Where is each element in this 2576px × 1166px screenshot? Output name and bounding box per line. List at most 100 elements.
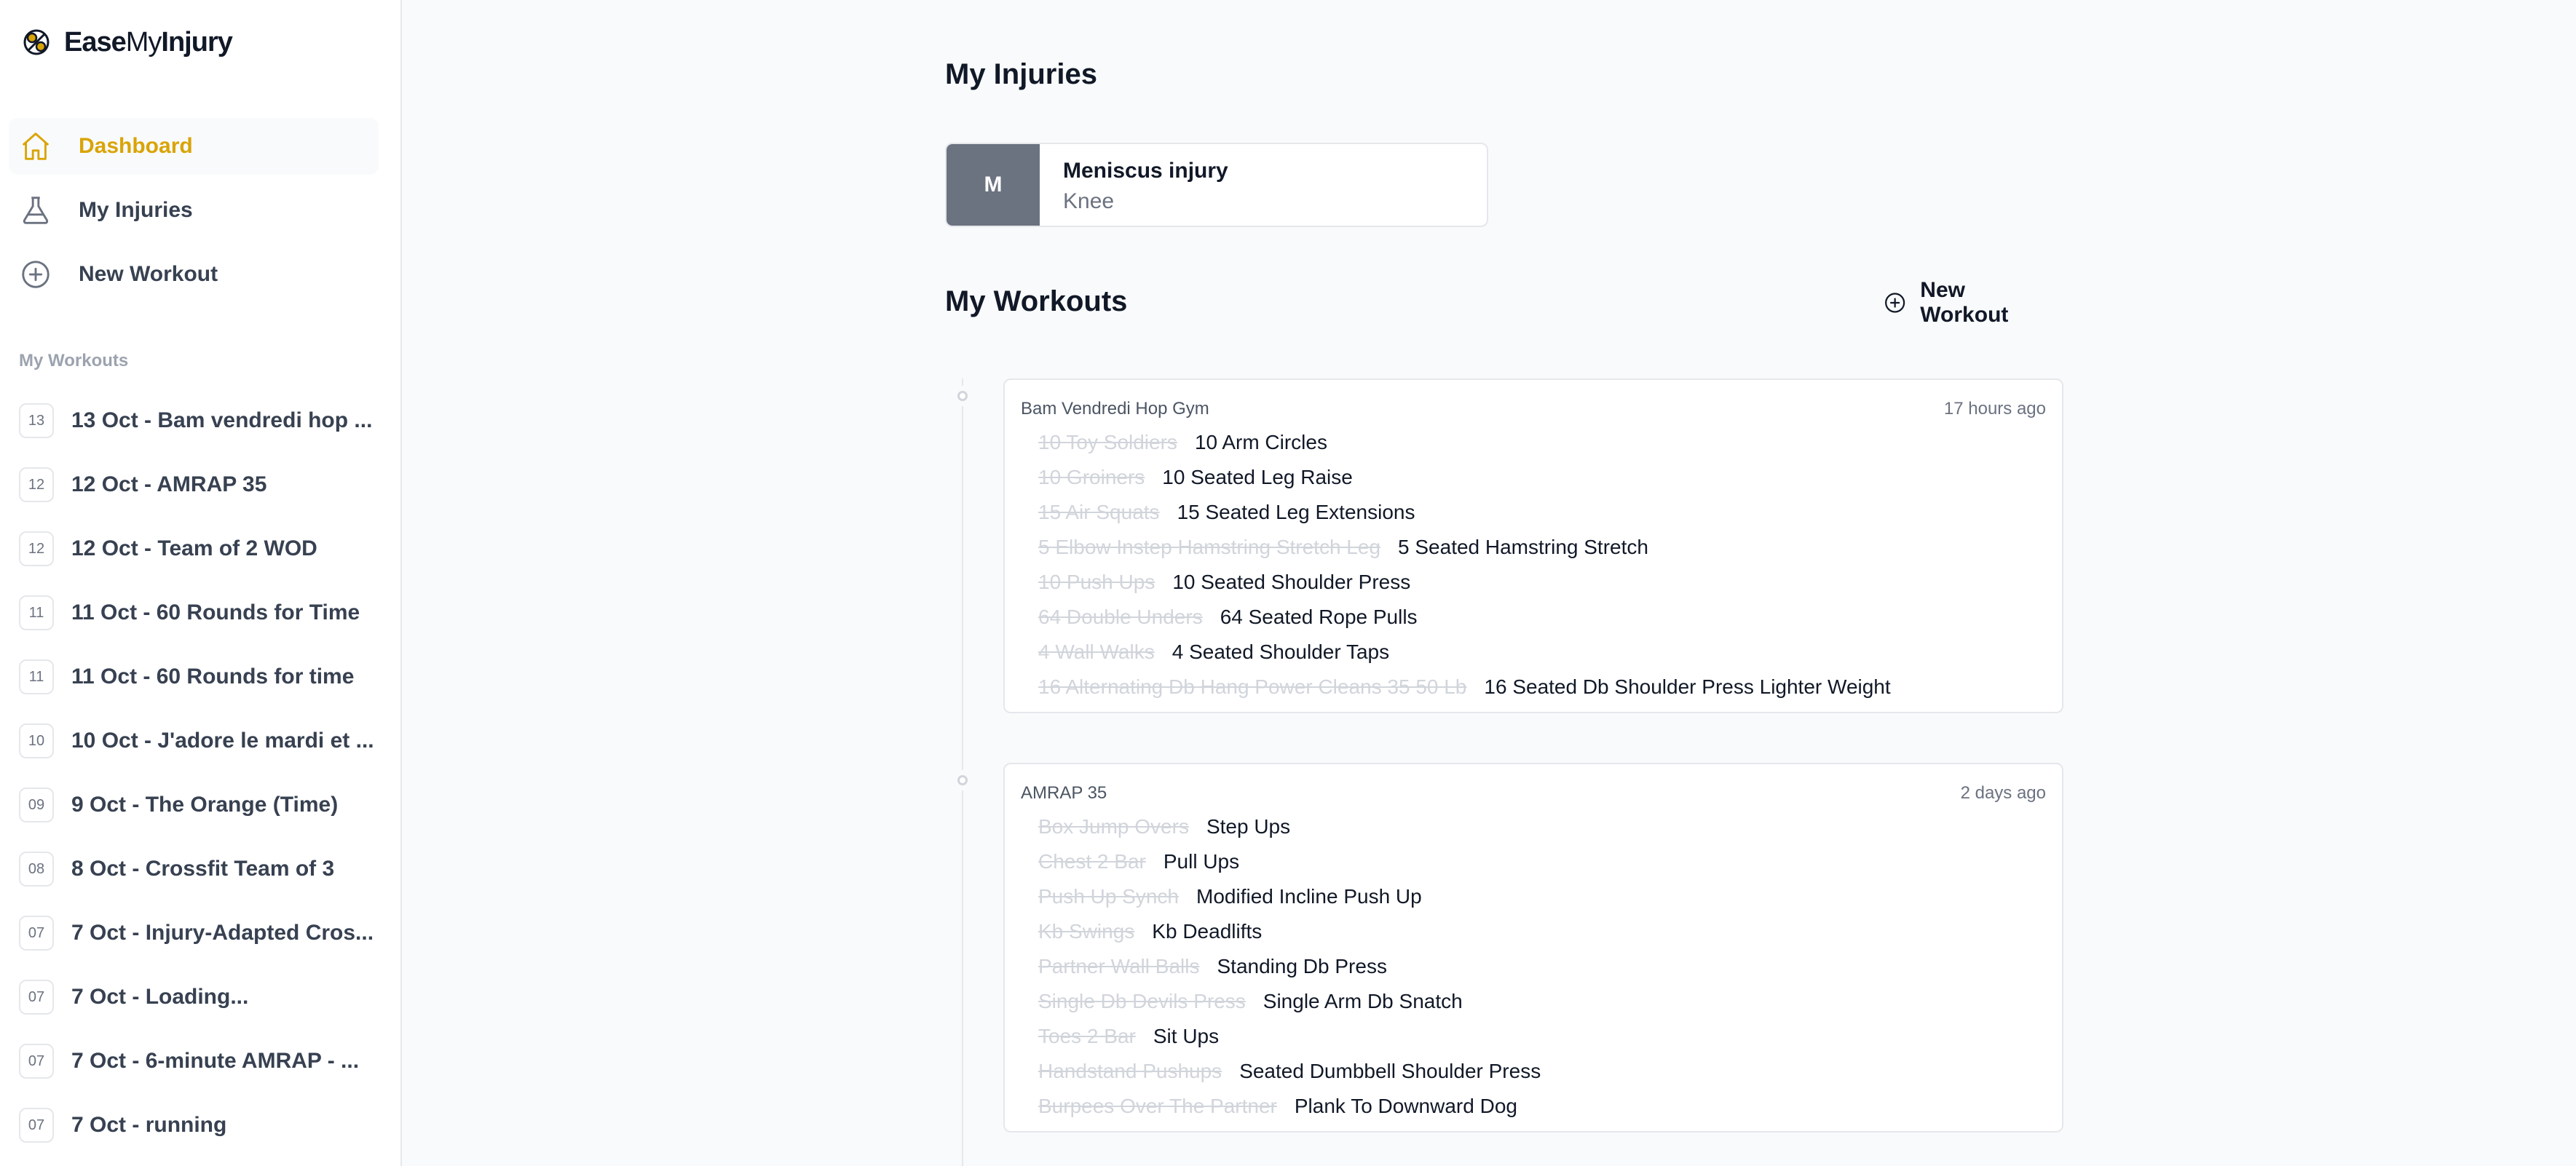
workout-title: 9 Oct - The Orange (Time) bbox=[71, 793, 339, 817]
sidebar-workout-item[interactable]: 07 7 Oct - Loading... bbox=[19, 965, 383, 1029]
exercise-row: Box Jump Overs Step Ups bbox=[1021, 809, 2046, 844]
plus-circle-icon bbox=[22, 261, 50, 288]
logo-icon bbox=[23, 29, 50, 55]
sidebar-workout-item[interactable]: 13 13 Oct - Bam vendredi hop ... bbox=[19, 389, 383, 453]
workout-card-header: Bam Vendredi Hop Gym 17 hours ago bbox=[1021, 399, 2046, 419]
sidebar-workout-item[interactable]: 12 12 Oct - AMRAP 35 bbox=[19, 453, 383, 517]
nav-label-dashboard: Dashboard bbox=[79, 134, 193, 158]
workout-title: 8 Oct - Crossfit Team of 3 bbox=[71, 857, 335, 881]
exercise-row: 5 Elbow Instep Hamstring Stretch Leg 5 Se… bbox=[1021, 530, 2046, 565]
home-icon bbox=[22, 132, 50, 160]
workout-title: 11 Oct - 60 Rounds for time bbox=[71, 665, 355, 689]
workout-title: 13 Oct - Bam vendredi hop ... bbox=[71, 408, 373, 432]
original-exercise: Burpees Over The Partner bbox=[1038, 1095, 1277, 1117]
exercise-row: Handstand Pushups Seated Dumbbell Shoulde… bbox=[1021, 1054, 2046, 1089]
sidebar-workout-item[interactable]: 10 10 Oct - J'adore le mardi et ... bbox=[19, 709, 383, 773]
adapted-exercise: Standing Db Press bbox=[1217, 955, 1387, 977]
sidebar-workout-list: 13 13 Oct - Bam vendredi hop ... 12 12 Oct… bbox=[19, 389, 383, 1157]
exercise-row: Single Db Devils Press Single Arm Db Snat… bbox=[1021, 984, 2046, 1019]
workout-date-badge: 07 bbox=[19, 1108, 54, 1143]
nav-item-dashboard[interactable]: Dashboard bbox=[9, 118, 379, 175]
original-exercise: 5 Elbow Instep Hamstring Stretch Leg bbox=[1038, 536, 1381, 558]
exercise-row: Push Up Synch Modified Incline Push Up bbox=[1021, 879, 2046, 914]
logo[interactable]: EaseMyInjury bbox=[22, 26, 233, 58]
workout-title: 12 Oct - AMRAP 35 bbox=[71, 472, 267, 496]
sidebar-workout-item[interactable]: 11 11 Oct - 60 Rounds for Time bbox=[19, 581, 383, 645]
sidebar-workout-item[interactable]: 09 9 Oct - The Orange (Time) bbox=[19, 773, 383, 837]
brand-part-injury: Injury bbox=[161, 26, 232, 57]
flask-icon bbox=[23, 197, 49, 224]
sidebar-workout-item[interactable]: 07 7 Oct - 6-minute AMRAP - ... bbox=[19, 1029, 383, 1093]
original-exercise: 10 Push Ups bbox=[1038, 571, 1155, 593]
workout-date-badge: 11 bbox=[19, 595, 54, 630]
workout-date-badge: 07 bbox=[19, 916, 54, 951]
injury-avatar: M bbox=[947, 144, 1040, 226]
exercise-row: Chest 2 Bar Pull Ups bbox=[1021, 844, 2046, 879]
original-exercise: 15 Air Squats bbox=[1038, 501, 1160, 523]
nav-label-new-workout: New Workout bbox=[79, 262, 218, 286]
adapted-exercise: Kb Deadlifts bbox=[1152, 920, 1263, 943]
workout-title: 11 Oct - 60 Rounds for Time bbox=[71, 600, 360, 624]
workout-date-badge: 08 bbox=[19, 852, 54, 887]
workout-title: 7 Oct - Loading... bbox=[71, 985, 249, 1009]
nav-item-new-workout[interactable]: New Workout bbox=[9, 246, 379, 303]
new-workout-button[interactable]: New Workout bbox=[1868, 278, 2063, 327]
injuries-heading: My Injuries bbox=[945, 58, 1097, 90]
original-exercise: 16 Alternating Db Hang Power Cleans 35 5… bbox=[1038, 675, 1467, 698]
sidebar-workout-item[interactable]: 12 12 Oct - Team of 2 WOD bbox=[19, 517, 383, 581]
injury-card[interactable]: M Meniscus injury Knee bbox=[945, 143, 1488, 227]
nav-item-my-injuries[interactable]: My Injuries bbox=[9, 182, 379, 239]
workout-card-name: Bam Vendredi Hop Gym bbox=[1021, 399, 1209, 419]
original-exercise: Chest 2 Bar bbox=[1038, 850, 1146, 873]
adapted-exercise: 10 Seated Leg Raise bbox=[1162, 466, 1353, 488]
adapted-exercise: 10 Seated Shoulder Press bbox=[1172, 571, 1411, 593]
workout-title: 7 Oct - Injury-Adapted Cros... bbox=[71, 921, 374, 945]
timeline-dot bbox=[952, 770, 973, 790]
workout-date-badge: 07 bbox=[19, 980, 54, 1015]
workout-date-badge: 13 bbox=[19, 403, 54, 438]
injury-name: Meniscus injury bbox=[1063, 159, 1228, 183]
adapted-exercise: 16 Seated Db Shoulder Press Lighter Weig… bbox=[1484, 675, 1891, 698]
sidebar: EaseMyInjury Dashboard My Injuries New W… bbox=[0, 0, 402, 1166]
workout-card-time: 2 days ago bbox=[1960, 783, 2046, 803]
exercise-row: 10 Push Ups 10 Seated Shoulder Press bbox=[1021, 565, 2046, 600]
original-exercise: Push Up Synch bbox=[1038, 885, 1179, 908]
adapted-exercise: 15 Seated Leg Extensions bbox=[1177, 501, 1415, 523]
new-workout-button-label: New Workout bbox=[1920, 278, 2009, 327]
adapted-exercise: Pull Ups bbox=[1163, 850, 1240, 873]
injury-location: Knee bbox=[1063, 189, 1115, 213]
workout-date-badge: 10 bbox=[19, 723, 54, 758]
adapted-exercise: 5 Seated Hamstring Stretch bbox=[1398, 536, 1648, 558]
workout-card[interactable]: AMRAP 35 2 days ago Box Jump Overs Step U… bbox=[1003, 763, 2063, 1133]
exercise-row: 10 Toy Soldiers 10 Arm Circles bbox=[1021, 425, 2046, 460]
workout-title: 10 Oct - J'adore le mardi et ... bbox=[71, 729, 374, 753]
plus-circle-icon bbox=[1885, 293, 1905, 313]
timeline-dot bbox=[952, 386, 973, 406]
exercise-row: 64 Double Unders 64 Seated Rope Pulls bbox=[1021, 600, 2046, 635]
adapted-exercise: Single Arm Db Snatch bbox=[1263, 990, 1463, 1012]
sidebar-workout-item[interactable]: 07 7 Oct - running bbox=[19, 1093, 383, 1157]
adapted-exercise: Sit Ups bbox=[1153, 1025, 1220, 1047]
exercise-row: 4 Wall Walks 4 Seated Shoulder Taps bbox=[1021, 635, 2046, 670]
sidebar-workout-item[interactable]: 07 7 Oct - Injury-Adapted Cros... bbox=[19, 901, 383, 965]
brand-part-my: My bbox=[125, 26, 162, 57]
original-exercise: Box Jump Overs bbox=[1038, 815, 1189, 838]
exercise-row: 10 Groiners 10 Seated Leg Raise bbox=[1021, 460, 2046, 495]
exercise-row: 16 Alternating Db Hang Power Cleans 35 5… bbox=[1021, 670, 2046, 705]
workout-date-badge: 12 bbox=[19, 467, 54, 502]
exercise-row: Burpees Over The Partner Plank To Downwar… bbox=[1021, 1089, 2046, 1124]
sidebar-workout-item[interactable]: 08 8 Oct - Crossfit Team of 3 bbox=[19, 837, 383, 901]
workout-date-badge: 12 bbox=[19, 531, 54, 566]
workout-title: 7 Oct - 6-minute AMRAP - ... bbox=[71, 1049, 360, 1073]
exercise-row: Partner Wall Balls Standing Db Press bbox=[1021, 949, 2046, 984]
workout-date-badge: 11 bbox=[19, 659, 54, 694]
adapted-exercise: 10 Arm Circles bbox=[1194, 431, 1327, 453]
adapted-exercise: Step Ups bbox=[1206, 815, 1291, 838]
original-exercise: Single Db Devils Press bbox=[1038, 990, 1246, 1012]
workout-card-time: 17 hours ago bbox=[1943, 399, 2046, 419]
brand-part-ease: Ease bbox=[64, 26, 127, 57]
adapted-exercise: Modified Incline Push Up bbox=[1196, 885, 1422, 908]
sidebar-workout-item[interactable]: 11 11 Oct - 60 Rounds for time bbox=[19, 645, 383, 709]
workout-date-badge: 07 bbox=[19, 1044, 54, 1079]
workout-card[interactable]: Bam Vendredi Hop Gym 17 hours ago 10 Toy… bbox=[1003, 378, 2063, 713]
